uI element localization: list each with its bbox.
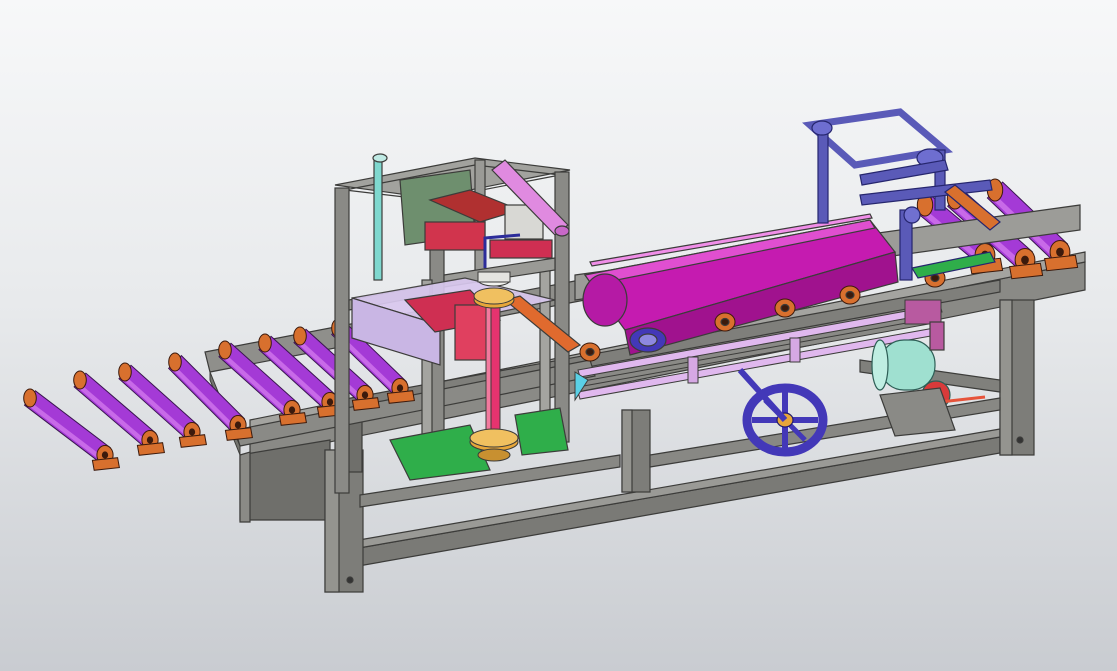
belt-roller-3 [774,298,796,318]
drive-column [469,271,519,462]
cutting-gantry [334,153,582,494]
belt-roller-4 [839,285,861,305]
belt-roller-1 [579,342,601,362]
belt-roller-2 [714,312,736,332]
cad-viewport[interactable] [0,0,1117,671]
machine-3d-model[interactable] [0,0,1117,671]
